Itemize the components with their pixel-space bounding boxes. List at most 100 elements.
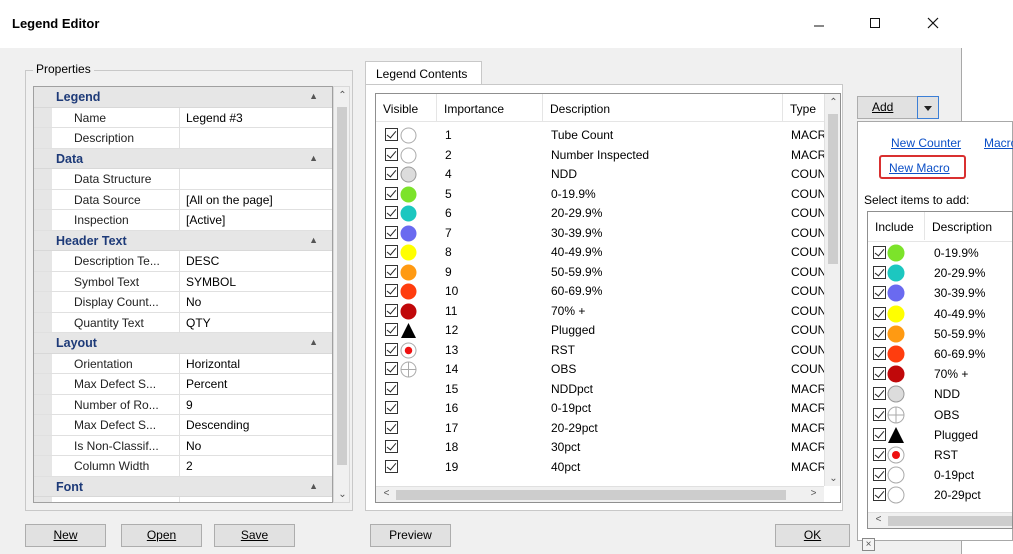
include-list-item[interactable]: 20-29.9% (868, 263, 1012, 283)
include-list-item[interactable]: 70% + (868, 364, 1012, 384)
include-checkbox[interactable] (873, 326, 886, 340)
list-item[interactable]: 11 70% + COUNTER (376, 302, 824, 321)
new-macro-link[interactable]: New Macro (889, 161, 950, 175)
property-value[interactable]: 2 (182, 456, 332, 476)
visible-checkbox[interactable] (385, 342, 398, 356)
include-list-item[interactable]: 40-49.9% (868, 304, 1012, 324)
list-item[interactable]: 14 OBS COUNTER (376, 360, 824, 379)
property-row[interactable]: Max Defect S... Descending (34, 415, 332, 436)
include-checkbox[interactable] (873, 448, 886, 461)
include-list-item[interactable]: 50-59.9% (868, 324, 1012, 344)
list-item[interactable]: 15 NDDpct MACRO (376, 380, 824, 399)
list-item[interactable]: 4 NDD COUNTER (376, 165, 824, 184)
scroll-up-icon[interactable]: ⌃ (825, 97, 840, 108)
visible-checkbox[interactable] (385, 440, 398, 453)
property-row[interactable]: Font NameArial, 8 (34, 497, 332, 502)
property-value[interactable]: [Active] (182, 210, 332, 230)
property-value[interactable]: No (182, 292, 332, 312)
hscroll-thumb[interactable] (888, 516, 1012, 526)
property-category[interactable]: Font ▲ (34, 476, 332, 497)
collapse-caret-icon[interactable]: ▲ (309, 153, 318, 163)
list-item[interactable]: 5 0-19.9% COUNTER (376, 185, 824, 204)
open-button[interactable]: Open (121, 524, 202, 547)
include-list-item[interactable]: 20-29pct (868, 485, 1012, 505)
list-item[interactable]: 19 40pct MACRO (376, 458, 824, 477)
property-row[interactable]: Quantity Text QTY (34, 312, 332, 333)
list-item[interactable]: 6 20-29.9% COUNTER (376, 204, 824, 223)
collapse-caret-icon[interactable]: ▲ (309, 91, 318, 101)
property-value[interactable]: Percent (182, 374, 332, 394)
property-grid-vscrollbar[interactable]: ⌃ ⌄ (333, 86, 350, 503)
list-item[interactable]: 18 30pct MACRO (376, 438, 824, 457)
close-button[interactable] (910, 8, 956, 42)
visible-checkbox[interactable] (385, 167, 398, 180)
legend-contents-list[interactable]: Visible Importance Description Type ⌃ ⌄ … (375, 93, 841, 503)
include-checkbox[interactable] (873, 286, 886, 300)
property-value[interactable] (182, 169, 332, 189)
include-checkbox[interactable] (873, 367, 886, 381)
include-list-item[interactable]: OBS (868, 405, 1012, 425)
include-list[interactable]: Include Description < 0-19.9% 20-29.9% 30-… (867, 211, 1013, 529)
property-row[interactable]: Description Te... DESC (34, 251, 332, 272)
save-button[interactable]: Save (214, 524, 295, 547)
minimize-button[interactable] (796, 8, 842, 42)
scroll-right-icon[interactable]: > (805, 488, 822, 499)
ok-button[interactable]: OK (775, 524, 850, 547)
property-category[interactable]: Layout ▲ (34, 333, 332, 354)
collapse-caret-icon[interactable]: ▲ (309, 235, 318, 245)
property-category[interactable]: Header Text ▲ (34, 230, 332, 251)
scroll-left-icon[interactable]: < (870, 514, 887, 525)
list-item[interactable]: 10 60-69.9% COUNTER (376, 282, 824, 301)
include-list-hscrollbar[interactable]: < (868, 512, 1012, 528)
list-item[interactable]: 7 30-39.9% COUNTER (376, 224, 824, 243)
include-list-item[interactable]: RST (868, 445, 1012, 465)
include-list-item[interactable]: NDD (868, 384, 1012, 404)
visible-checkbox[interactable] (385, 206, 398, 219)
property-row[interactable]: Data Structure (34, 169, 332, 190)
scroll-left-icon[interactable]: < (378, 488, 395, 499)
legend-list-vscrollbar[interactable]: ⌃ ⌄ (824, 94, 840, 486)
property-row[interactable]: Symbol Text SYMBOL (34, 271, 332, 292)
legend-list-hscrollbar[interactable]: < > (376, 486, 824, 502)
maximize-button[interactable] (852, 8, 898, 42)
preview-button[interactable]: Preview (370, 524, 451, 547)
visible-checkbox[interactable] (385, 128, 398, 141)
scroll-thumb[interactable] (828, 114, 838, 264)
property-value[interactable]: Descending (182, 415, 332, 435)
column-header-importance[interactable]: Importance (437, 94, 543, 122)
include-checkbox[interactable] (873, 266, 886, 280)
collapse-caret-icon[interactable]: ▲ (309, 481, 318, 491)
include-list-item[interactable]: 0-19.9% (868, 243, 1012, 263)
property-grid[interactable]: Legend ▲ Name Legend #3 Description Data ▲ Data… (33, 86, 333, 503)
visible-checkbox[interactable] (385, 186, 398, 200)
property-value[interactable]: QTY (182, 313, 332, 333)
scroll-down-icon[interactable]: ⌄ (825, 473, 840, 484)
list-item[interactable]: 8 40-49.9% COUNTER (376, 243, 824, 262)
column-header-description[interactable]: Description (925, 212, 1012, 240)
scroll-up-icon[interactable]: ⌃ (334, 90, 351, 101)
property-value[interactable] (182, 128, 332, 148)
new-macro-link-truncated[interactable]: Macro (984, 136, 1013, 150)
include-checkbox[interactable] (873, 387, 886, 401)
visible-checkbox[interactable] (385, 284, 398, 297)
collapse-caret-icon[interactable]: ▲ (309, 337, 318, 347)
include-checkbox[interactable] (873, 427, 886, 441)
column-header-visible[interactable]: Visible (376, 94, 437, 122)
property-category[interactable]: Legend ▲ (34, 87, 332, 108)
property-value[interactable]: DESC (182, 251, 332, 271)
property-value[interactable]: SYMBOL (182, 272, 332, 292)
visible-checkbox[interactable] (385, 245, 398, 258)
property-value[interactable]: Arial, 8 (182, 497, 332, 502)
visible-checkbox[interactable] (385, 225, 398, 239)
property-value[interactable]: Legend #3 (182, 108, 332, 128)
include-checkbox[interactable] (873, 306, 886, 320)
visible-checkbox[interactable] (385, 381, 398, 395)
panel-close-icon[interactable]: × (862, 538, 875, 551)
visible-checkbox[interactable] (385, 401, 398, 414)
property-row[interactable]: Name Legend #3 (34, 107, 332, 128)
property-value[interactable]: No (182, 436, 332, 456)
include-list-item[interactable]: Plugged (868, 425, 1012, 445)
column-header-include[interactable]: Include (868, 212, 925, 240)
list-item[interactable]: 2 Number Inspected MACRO (376, 146, 824, 165)
hscroll-thumb[interactable] (396, 490, 786, 500)
